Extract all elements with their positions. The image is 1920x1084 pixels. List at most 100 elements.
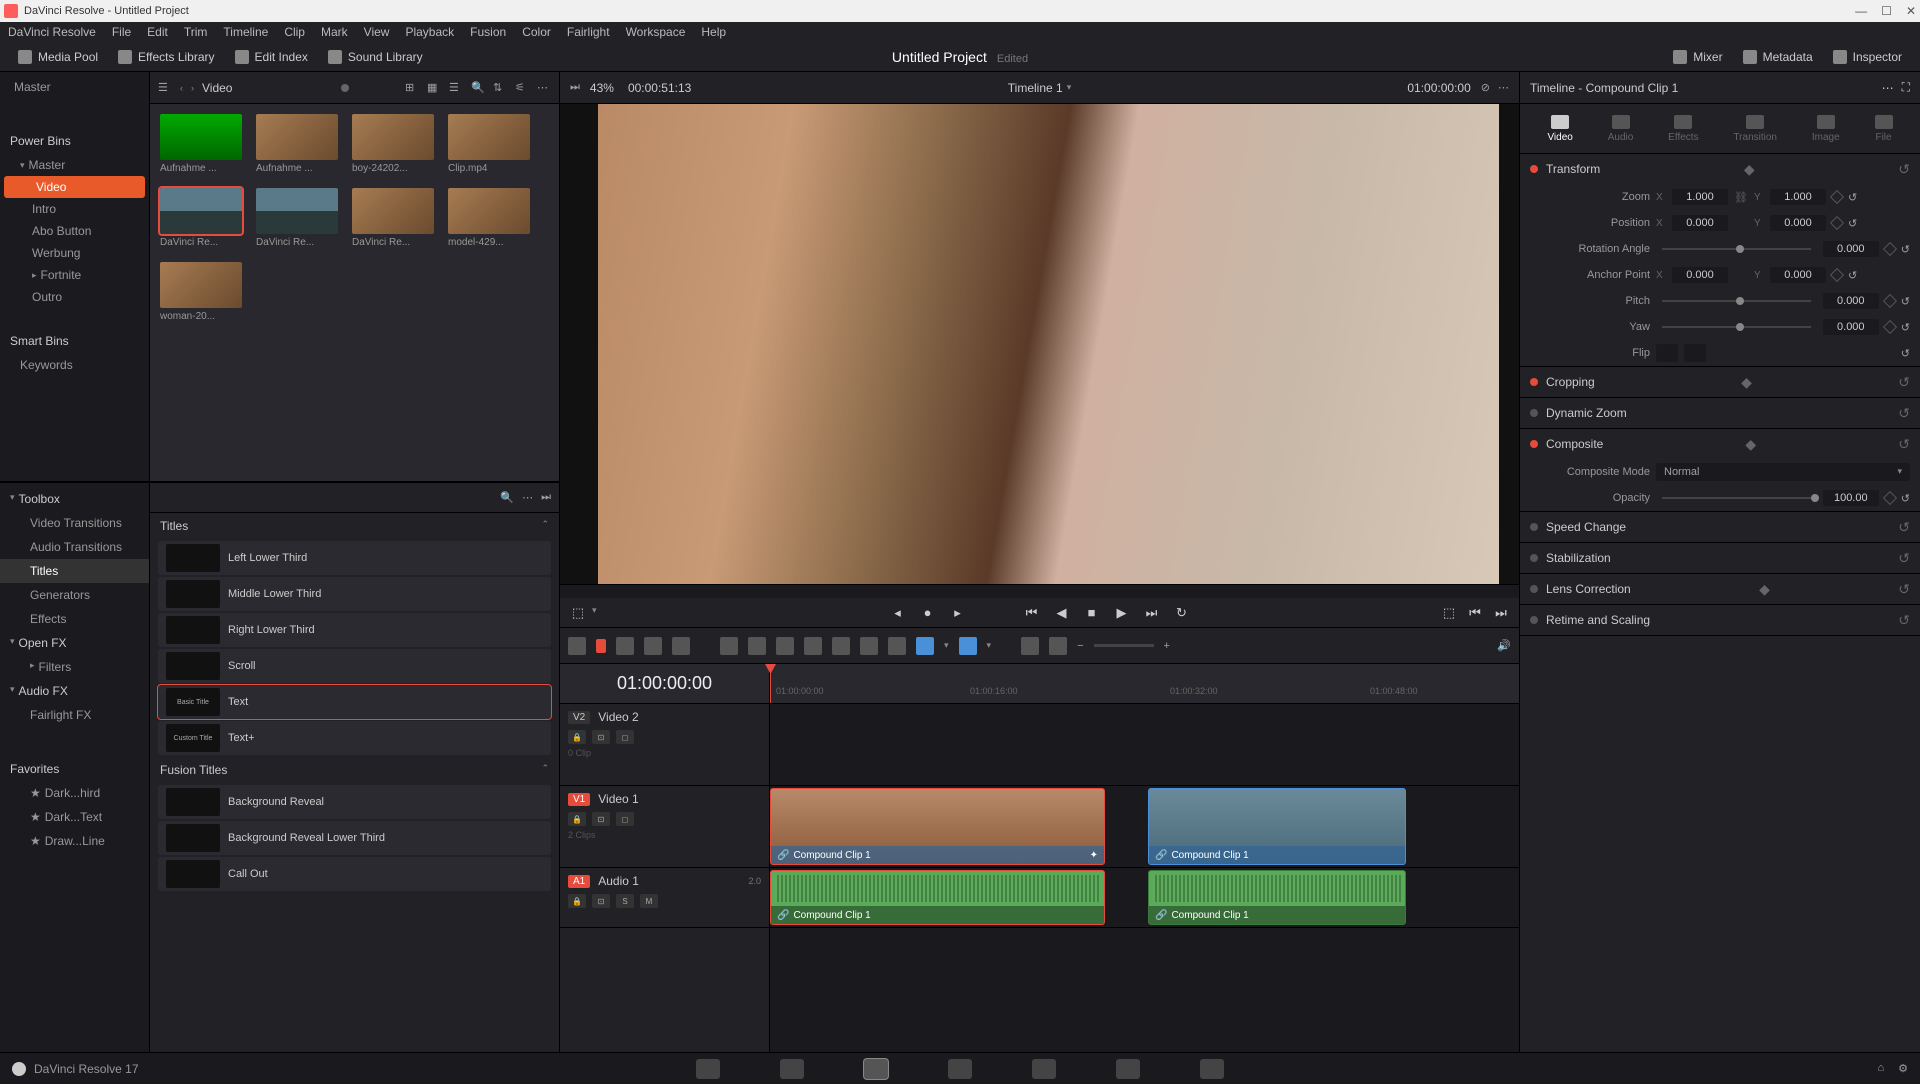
more-icon[interactable]: ⋯ xyxy=(522,491,533,504)
chevron-down-icon[interactable]: ▾ xyxy=(944,640,949,651)
fx-generators[interactable]: Generators xyxy=(0,583,149,607)
auto-select-icon[interactable]: ⊡ xyxy=(592,730,610,744)
reset-icon[interactable]: ↺ xyxy=(1901,295,1910,308)
clip-thumb[interactable]: Aufnahme ... xyxy=(256,114,338,174)
keyframe-icon[interactable]: ◆ xyxy=(1741,374,1752,391)
fx-fav-1[interactable]: ★ Dark...Text xyxy=(0,805,149,829)
next-edit-icon[interactable]: ▸ xyxy=(950,605,966,621)
yaw-slider[interactable] xyxy=(1662,326,1811,328)
clip-a1-1[interactable]: 🔗Compound Clip 1 xyxy=(1148,870,1406,925)
search-icon[interactable]: 🔍 xyxy=(471,81,485,95)
keyframe-icon[interactable] xyxy=(1883,294,1897,308)
mixer-toggle[interactable]: Mixer xyxy=(1663,46,1732,68)
snap-icon[interactable] xyxy=(1021,637,1039,655)
timeline-ruler[interactable]: 01:00:00:00 01:00:16:00 01:00:32:00 01:0… xyxy=(770,664,1519,704)
fx-video-transitions[interactable]: Video Transitions xyxy=(0,511,149,535)
title-item[interactable]: Middle Lower Third xyxy=(158,577,551,611)
bin-keywords[interactable]: Keywords xyxy=(0,354,149,376)
keyframe-icon[interactable] xyxy=(1830,216,1844,230)
replace-icon[interactable] xyxy=(776,637,794,655)
media-pool-toggle[interactable]: Media Pool xyxy=(8,46,108,68)
fx-filters[interactable]: ▸Filters xyxy=(0,655,149,679)
menu-playback[interactable]: Playback xyxy=(405,25,454,39)
solo-icon[interactable]: S xyxy=(616,894,634,908)
play-button[interactable]: ▶ xyxy=(1114,605,1130,621)
bypass-icon[interactable]: ⊘ xyxy=(1481,81,1490,94)
breadcrumb[interactable]: Video xyxy=(202,81,232,95)
timeline-view-icon[interactable] xyxy=(568,637,586,655)
fx-audiofx[interactable]: ▾Audio FX xyxy=(0,679,149,703)
opacity-slider[interactable]: .prop-row:last-child .slider::after{left… xyxy=(1662,497,1811,499)
menu-fairlight[interactable]: Fairlight xyxy=(567,25,610,39)
reset-icon[interactable]: ↺ xyxy=(1898,161,1910,178)
title-item[interactable]: Custom TitleText+ xyxy=(158,721,551,755)
reset-icon[interactable]: ↺ xyxy=(1901,347,1910,360)
viewer-mini-ruler[interactable] xyxy=(560,584,1519,598)
clip-thumb[interactable]: woman-20... xyxy=(160,262,242,322)
zoom-in-icon[interactable]: + xyxy=(1164,640,1170,652)
go-start-button[interactable]: ⏮ xyxy=(1024,605,1040,621)
blade-tool-icon[interactable] xyxy=(672,637,690,655)
fx-toolbox[interactable]: ▾Toolbox xyxy=(0,487,149,511)
transform-overlay-icon[interactable]: ⬚ xyxy=(570,605,586,621)
lock-track-icon[interactable]: 🔒 xyxy=(568,730,586,744)
fusion-title-item[interactable]: Call Out xyxy=(158,857,551,891)
track-lane-v1[interactable]: 🔗Compound Clip 1✦ 🔗Compound Clip 1 xyxy=(770,786,1519,868)
append-icon[interactable] xyxy=(832,637,850,655)
clip-thumb[interactable]: Aufnahme ... xyxy=(160,114,242,174)
reset-icon[interactable]: ↺ xyxy=(1901,321,1910,334)
reset-icon[interactable]: ↺ xyxy=(1901,243,1910,256)
settings-icon[interactable]: ⚙ xyxy=(1898,1062,1908,1075)
track-tag-v2[interactable]: V2 xyxy=(568,711,590,724)
out-point-icon[interactable]: ⏭ xyxy=(1493,605,1509,621)
effects-library-toggle[interactable]: Effects Library xyxy=(108,46,224,68)
disable-track-icon[interactable]: ◻ xyxy=(616,812,634,826)
insert-icon[interactable] xyxy=(720,637,738,655)
tracks-area[interactable]: 01:00:00:00 01:00:16:00 01:00:32:00 01:0… xyxy=(770,664,1519,1052)
search-icon[interactable]: 🔍 xyxy=(500,491,514,504)
keyframe-icon[interactable] xyxy=(1830,268,1844,282)
page-edit[interactable] xyxy=(864,1059,888,1079)
viewer-tc-right[interactable]: 01:00:00:00 xyxy=(1407,81,1470,95)
nav-fwd-icon[interactable]: › xyxy=(191,83,194,93)
mute-track-icon[interactable]: M xyxy=(640,894,658,908)
maximize-button[interactable]: ☐ xyxy=(1881,4,1892,18)
reset-icon[interactable]: ↺ xyxy=(1848,217,1857,230)
list-view-icon[interactable]: ☰ xyxy=(449,81,463,95)
bin-pb-master[interactable]: ▾Master xyxy=(0,154,149,176)
zoom-to-fit-icon[interactable] xyxy=(1049,637,1067,655)
grid-view-icon[interactable]: ▦ xyxy=(427,81,441,95)
fx-fav-2[interactable]: ★ Draw...Line xyxy=(0,829,149,853)
keyframe-icon[interactable]: ◆ xyxy=(1745,436,1756,453)
more-icon[interactable]: ⋯ xyxy=(537,81,551,95)
track-lane-a1[interactable]: 🔗Compound Clip 1 🔗Compound Clip 1 xyxy=(770,868,1519,928)
more-icon[interactable]: ⋯ xyxy=(1498,81,1509,94)
menu-color[interactable]: Color xyxy=(522,25,551,39)
clip-v1-1[interactable]: 🔗Compound Clip 1 xyxy=(1148,788,1406,865)
fx-fairlightfx[interactable]: Fairlight FX xyxy=(0,703,149,727)
reset-icon[interactable]: ↺ xyxy=(1898,436,1910,453)
titles-group-header[interactable]: Titles⌃ xyxy=(150,513,559,539)
link-xy-icon[interactable]: ⛓ xyxy=(1734,191,1748,204)
pitch-slider[interactable] xyxy=(1662,300,1811,302)
marker-nav-icon[interactable]: ● xyxy=(920,605,936,621)
reset-icon[interactable]: ↺ xyxy=(1898,374,1910,391)
fx-titles[interactable]: Titles xyxy=(0,559,149,583)
bin-outro[interactable]: Outro xyxy=(0,286,149,308)
last-frame-icon[interactable]: ⏭ xyxy=(570,81,580,94)
keyframe-icon[interactable]: ◆ xyxy=(1744,161,1755,178)
fx-effects[interactable]: Effects xyxy=(0,607,149,631)
clip-thumb[interactable]: model-429... xyxy=(448,188,530,248)
bin-werbung[interactable]: Werbung xyxy=(0,242,149,264)
fx-openfx[interactable]: ▾Open FX xyxy=(0,631,149,655)
title-item[interactable]: Scroll xyxy=(158,649,551,683)
zoom-slider[interactable] xyxy=(1094,644,1154,647)
flip-v-button[interactable] xyxy=(1684,344,1706,362)
fit-to-fill-icon[interactable] xyxy=(804,637,822,655)
section-lens-correction[interactable]: Lens Correction◆↺ xyxy=(1520,574,1920,604)
menu-timeline[interactable]: Timeline xyxy=(223,25,268,39)
sound-library-toggle[interactable]: Sound Library xyxy=(318,46,433,68)
keyframe-icon[interactable] xyxy=(1883,320,1897,334)
bin-video[interactable]: Video xyxy=(4,176,145,198)
bin-abo[interactable]: Abo Button xyxy=(0,220,149,242)
